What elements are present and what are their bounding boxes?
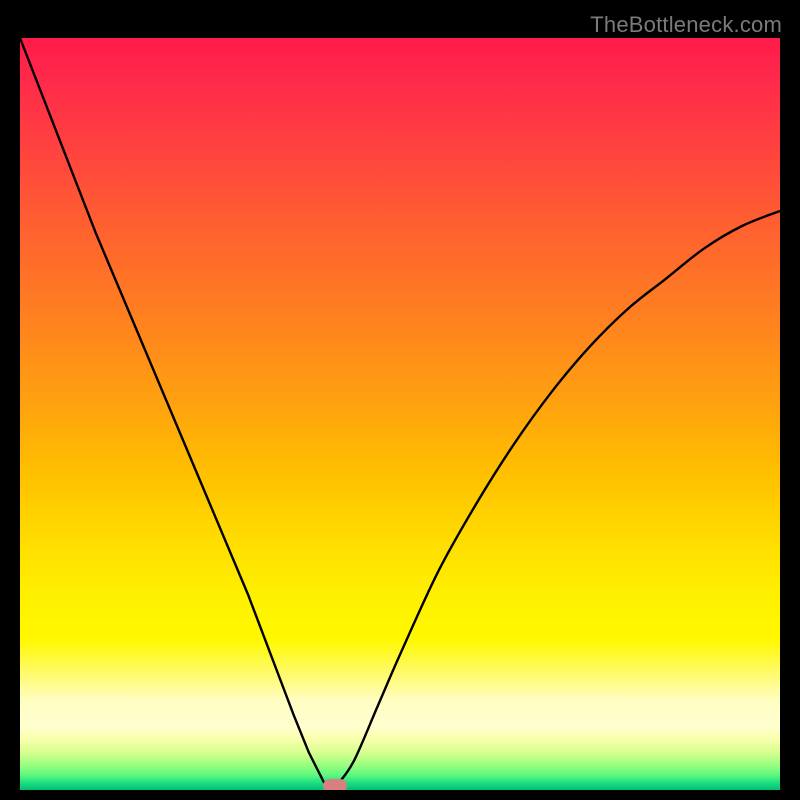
minimum-marker [323,779,347,790]
chart-frame: TheBottleneck.com [0,0,800,800]
gradient-background [20,38,780,790]
plot-area [20,38,780,790]
watermark-text: TheBottleneck.com [590,12,782,38]
